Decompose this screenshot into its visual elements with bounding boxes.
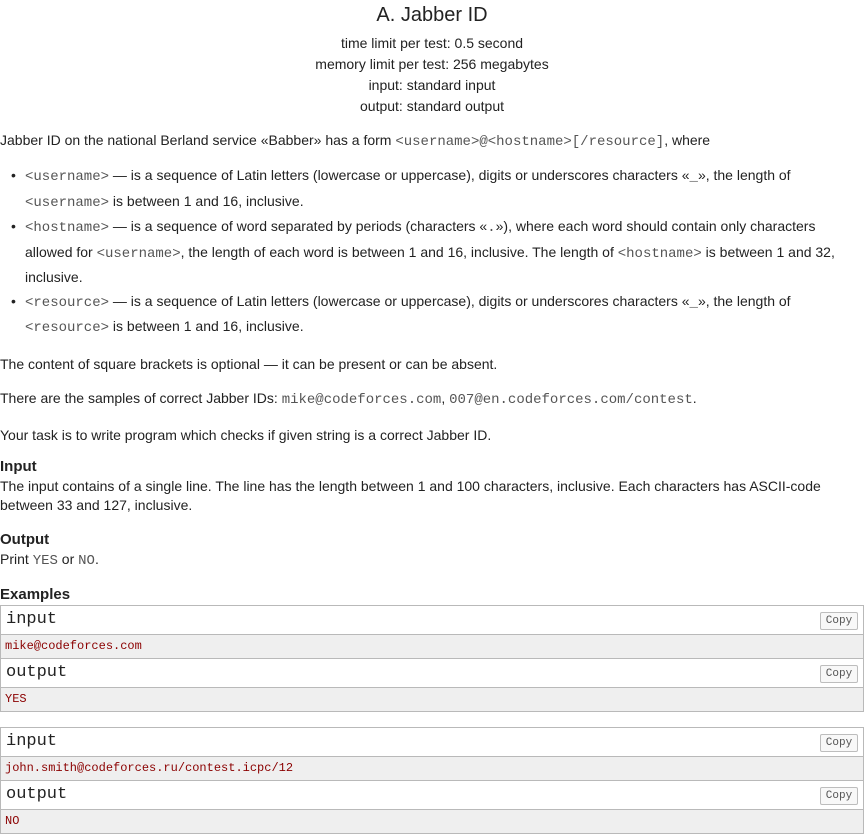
examples-title: Examples (0, 585, 71, 603)
copy-button[interactable]: Copy (820, 733, 858, 752)
input-section-text: The input contains of a single line. The… (0, 477, 821, 513)
copy-button[interactable]: Copy (820, 611, 858, 630)
problem-header: A. Jabber ID time limit per test: 0.5 se… (0, 0, 864, 117)
list-item: <resource> — is a sequence of Latin lett… (11, 290, 864, 341)
output-section-text: Print YES or NO. (0, 550, 99, 569)
input-label: input (6, 731, 58, 751)
task-text: Your task is to write program which chec… (0, 426, 492, 443)
copy-button[interactable]: Copy (820, 786, 858, 805)
sample-id: 007@en.codeforces.com/contest (449, 391, 693, 408)
sample-test: input Copy mike@codeforces.com output Co… (0, 604, 864, 712)
output-label: output (6, 662, 68, 682)
optional-note: The content of square brackets is option… (0, 355, 498, 372)
memory-limit: memory limit per test: 256 megabytes (315, 56, 549, 72)
output-label: output (6, 784, 68, 804)
sample-id: mike@codeforces.com (281, 391, 442, 408)
copy-button[interactable]: Copy (820, 664, 858, 683)
input-type: input: standard input (368, 77, 496, 93)
list-item: <hostname> — is a sequence of word separ… (11, 215, 864, 290)
sample-input-header: input Copy (1, 727, 863, 757)
sample-output: YES (1, 687, 863, 711)
time-limit: time limit per test: 0.5 second (340, 35, 524, 51)
definition-list: <username> — is a sequence of Latin lett… (0, 164, 864, 341)
sample-input: john.smith@codeforces.ru/contest.icpc/12 (1, 756, 863, 781)
sample-test: input Copy john.smith@codeforces.ru/cont… (0, 726, 864, 834)
jabber-form: <username>@<hostname>[/resource] (395, 134, 665, 150)
output-type: output: standard output (360, 98, 504, 114)
list-item: <username> — is a sequence of Latin lett… (11, 164, 864, 215)
input-label: input (6, 609, 58, 629)
sample-input: mike@codeforces.com (1, 634, 863, 659)
sample-input-header: input Copy (1, 605, 863, 635)
sample-output-header: output Copy (1, 658, 863, 688)
output-section-title: Output (0, 530, 50, 548)
statement-intro: Jabber ID on the national Berland servic… (0, 132, 711, 150)
samples-note: There are the samples of correct Jabber … (0, 389, 697, 408)
sample-output-header: output Copy (1, 780, 863, 810)
problem-title: A. Jabber ID (376, 4, 488, 26)
sample-output: NO (1, 809, 863, 833)
input-section-title: Input (0, 457, 37, 475)
